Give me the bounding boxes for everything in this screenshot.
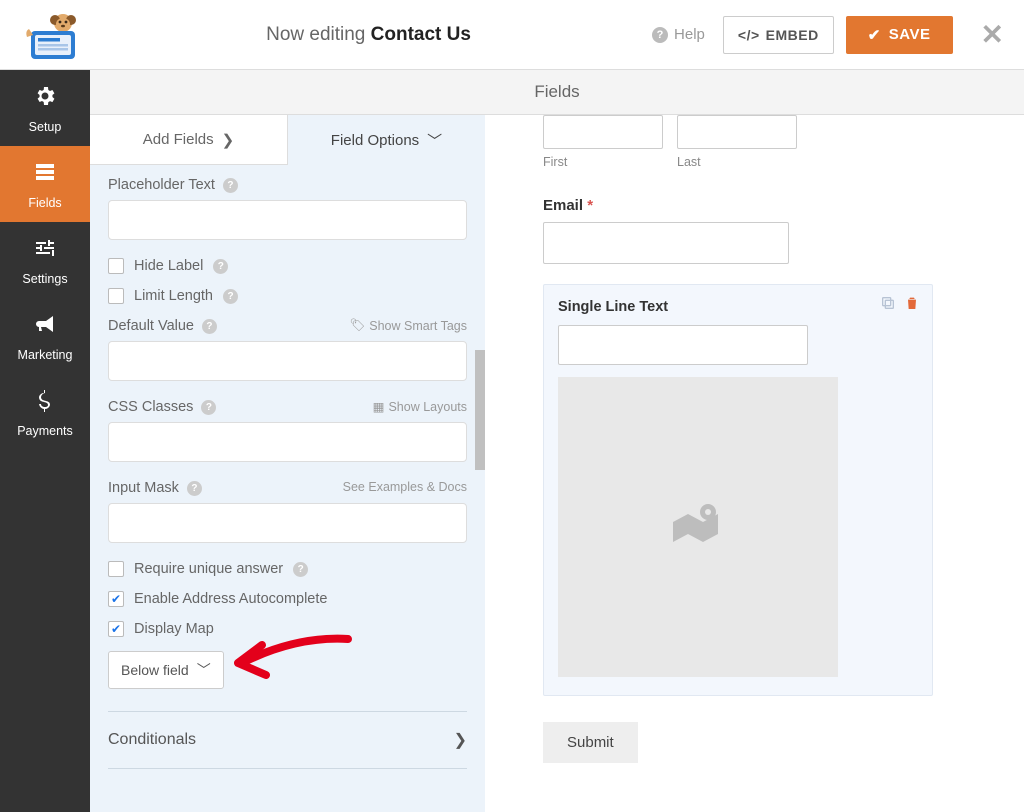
- embed-button[interactable]: </> EMBED: [723, 16, 834, 54]
- first-name-input[interactable]: [543, 115, 663, 149]
- app-header: Now editing Contact Us ? Help </> EMBED …: [0, 0, 1024, 70]
- default-value-input[interactable]: [108, 341, 467, 381]
- help-icon[interactable]: ?: [223, 178, 238, 193]
- submit-button[interactable]: Submit: [543, 722, 638, 763]
- bullhorn-icon: [0, 312, 90, 342]
- scrollbar[interactable]: [475, 350, 485, 470]
- css-classes-input[interactable]: [108, 422, 467, 462]
- help-icon[interactable]: ?: [202, 319, 217, 334]
- help-icon[interactable]: ?: [187, 481, 202, 496]
- options-panel: Add Fields ❯ Field Options ﹀ Placeholder…: [90, 115, 485, 812]
- chevron-right-icon: ❯: [222, 131, 235, 149]
- main-panel: Fields Add Fields ❯ Field Options ﹀: [90, 70, 1024, 812]
- enable-autocomplete-checkbox[interactable]: ✔ Enable Address Autocomplete: [108, 591, 467, 607]
- conditionals-section[interactable]: Conditionals ❯: [108, 712, 467, 768]
- chevron-right-icon: ❯: [454, 730, 467, 750]
- nav-settings[interactable]: Settings: [0, 222, 90, 298]
- hide-label-checkbox[interactable]: Hide Label ?: [108, 258, 467, 274]
- single-line-text-label: Single Line Text: [558, 299, 918, 315]
- divider: [108, 768, 467, 769]
- help-link[interactable]: ? Help: [652, 26, 705, 43]
- help-icon[interactable]: ?: [293, 562, 308, 577]
- section-title: Fields: [90, 70, 1024, 115]
- selected-field[interactable]: Single Line Text: [543, 284, 933, 696]
- map-placeholder: [558, 377, 838, 677]
- placeholder-text-input[interactable]: [108, 200, 467, 240]
- gear-icon: [0, 84, 90, 114]
- grid-icon: ▦: [373, 399, 385, 414]
- checkbox-unchecked-icon: [108, 288, 124, 304]
- nav-marketing[interactable]: Marketing: [0, 298, 90, 374]
- see-examples-link[interactable]: See Examples & Docs: [343, 480, 467, 494]
- map-position-select[interactable]: Below field ﹀: [108, 651, 224, 689]
- last-name-sublabel: Last: [677, 155, 797, 169]
- sliders-icon: [0, 236, 90, 266]
- show-smart-tags-link[interactable]: 🏷 Show Smart Tags: [349, 318, 467, 333]
- display-map-checkbox[interactable]: ✔ Display Map: [108, 621, 467, 637]
- nav-payments[interactable]: Payments: [0, 374, 90, 450]
- tag-icon: 🏷: [349, 318, 365, 333]
- check-icon: ✔: [868, 26, 881, 44]
- help-icon: ?: [652, 27, 668, 43]
- email-input[interactable]: [543, 222, 789, 264]
- last-name-input[interactable]: [677, 115, 797, 149]
- panel-tabs: Add Fields ❯ Field Options ﹀: [90, 115, 485, 165]
- form-canvas: First Last Email *: [485, 115, 1024, 812]
- limit-length-checkbox[interactable]: Limit Length ?: [108, 288, 467, 304]
- help-icon[interactable]: ?: [201, 400, 216, 415]
- save-button[interactable]: ✔ SAVE: [846, 16, 953, 54]
- code-icon: </>: [738, 27, 760, 43]
- help-icon[interactable]: ?: [223, 289, 238, 304]
- single-line-text-input[interactable]: [558, 325, 808, 365]
- annotation-arrow: [228, 631, 358, 691]
- nav-fields[interactable]: Fields: [0, 146, 90, 222]
- dollar-icon: [0, 388, 90, 418]
- checkbox-unchecked-icon: [108, 258, 124, 274]
- chevron-down-icon: ﹀: [197, 660, 211, 680]
- app-logo: [20, 7, 85, 62]
- email-label: Email *: [543, 197, 966, 214]
- tab-add-fields[interactable]: Add Fields ❯: [90, 115, 288, 165]
- form-icon: [0, 160, 90, 190]
- side-nav: Setup Fields Settings Marketing Payments: [0, 70, 90, 812]
- chevron-down-icon: ﹀: [427, 130, 442, 151]
- duplicate-icon[interactable]: [880, 295, 896, 314]
- first-name-sublabel: First: [543, 155, 663, 169]
- nav-setup[interactable]: Setup: [0, 70, 90, 146]
- editing-label: Now editing Contact Us: [85, 24, 652, 46]
- help-icon[interactable]: ?: [213, 259, 228, 274]
- show-layouts-link[interactable]: ▦ Show Layouts: [373, 399, 467, 414]
- checkbox-checked-icon: ✔: [108, 621, 124, 637]
- tab-field-options[interactable]: Field Options ﹀: [288, 115, 485, 165]
- input-mask-input[interactable]: [108, 503, 467, 543]
- preview-area: First Last Email *: [485, 115, 1024, 812]
- label-placeholder-text: Placeholder Text ?: [108, 177, 467, 193]
- require-unique-checkbox[interactable]: Require unique answer ?: [108, 561, 467, 577]
- close-button[interactable]: ✕: [981, 18, 1004, 51]
- checkbox-checked-icon: ✔: [108, 591, 124, 607]
- delete-icon[interactable]: [904, 295, 920, 314]
- checkbox-unchecked-icon: [108, 561, 124, 577]
